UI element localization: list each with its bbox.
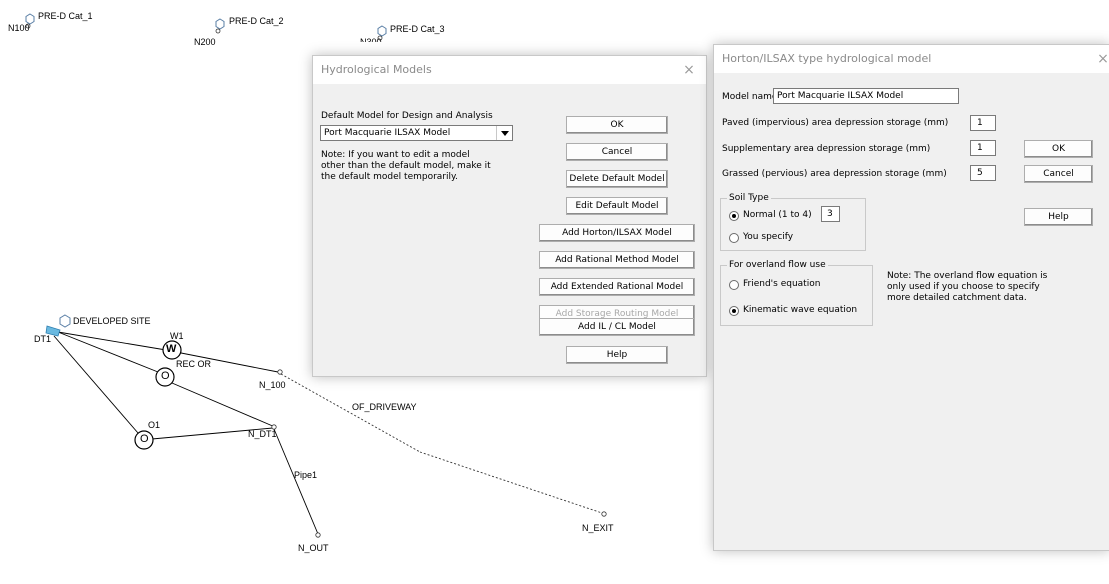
default-model-select[interactable]: Port Macquarie ILSAX Model	[320, 125, 513, 141]
link-dt1-o1[interactable]	[53, 335, 139, 434]
link-dt1-recor[interactable]	[57, 331, 159, 373]
link-of-driveway-2[interactable]	[419, 451, 603, 514]
group-caption: Soil Type	[727, 192, 771, 204]
weir-symbol: W	[166, 343, 177, 355]
hydrological-models-dialog: Hydrological Models × Default Model for …	[312, 55, 707, 377]
soil-normal-label: Normal (1 to 4)	[743, 210, 812, 220]
catchment-icon[interactable]	[215, 18, 225, 30]
group-caption: For overland flow use	[727, 259, 828, 271]
grassed-storage-input[interactable]: 5	[970, 165, 996, 181]
ok-button[interactable]: OK	[1024, 140, 1093, 158]
link-label: Pipe1	[294, 470, 318, 480]
close-icon[interactable]: ×	[674, 56, 704, 84]
catchment-icon[interactable]	[377, 25, 387, 37]
catchment-icon[interactable]	[59, 314, 71, 328]
node-label: O1	[148, 420, 161, 430]
soil-specify-radio[interactable]	[729, 233, 739, 243]
note-line: Note: If you want to edit a model	[321, 150, 470, 160]
soil-specify-label: You specify	[743, 232, 794, 242]
help-button[interactable]: Help	[1024, 208, 1093, 226]
node-icon[interactable]	[601, 511, 607, 517]
model-name-label: Model name	[722, 92, 778, 102]
node-label: N_OUT	[298, 543, 329, 553]
catchment-label: DEVELOPED SITE	[73, 316, 151, 326]
cancel-button[interactable]: Cancel	[566, 143, 668, 161]
delete-default-model-button[interactable]: Delete Default Model	[566, 170, 668, 188]
help-button[interactable]: Help	[566, 346, 668, 364]
paved-storage-label: Paved (impervious) area depression stora…	[722, 118, 949, 128]
add-extended-rational-model-button[interactable]: Add Extended Rational Model	[539, 278, 695, 296]
cancel-button[interactable]: Cancel	[1024, 165, 1093, 183]
kinematic-wave-label: Kinematic wave equation	[743, 305, 858, 315]
ok-button[interactable]: OK	[566, 116, 668, 134]
note-line: other than the default model, make it	[321, 161, 491, 171]
note-line: Note: The overland flow equation is	[887, 271, 1048, 281]
link-dt1-w1[interactable]	[57, 331, 167, 351]
soil-normal-input[interactable]: 3	[821, 206, 840, 222]
add-rational-method-model-button[interactable]: Add Rational Method Model	[539, 251, 695, 269]
orifice-symbol: O	[140, 433, 149, 445]
orifice-symbol: O	[161, 370, 170, 382]
model-name-input[interactable]: Port Macquarie ILSAX Model	[773, 88, 959, 104]
catchment-label: PRE-D Cat_2	[229, 16, 284, 26]
soil-type-group: Soil Type Normal (1 to 4) 3 You specify	[720, 192, 866, 251]
kinematic-wave-radio[interactable]	[729, 306, 739, 316]
catchment-label: PRE-D Cat_3	[390, 24, 445, 34]
node-label: N100	[8, 23, 30, 33]
node-label: DT1	[34, 334, 52, 344]
node-icon[interactable]	[215, 28, 221, 34]
supplementary-storage-label: Supplementary area depression storage (m…	[722, 144, 931, 154]
node-label: N200	[194, 37, 216, 47]
grassed-storage-label: Grassed (pervious) area depression stora…	[722, 169, 947, 179]
link-of-driveway[interactable]	[280, 373, 421, 453]
note-line: more detailed catchment data.	[887, 293, 1027, 303]
node-label: N_DT1	[248, 429, 277, 439]
default-model-label: Default Model for Design and Analysis	[321, 111, 493, 121]
overland-flow-group: For overland flow use Friend's equation …	[720, 259, 873, 326]
note-line: the default model temporarily.	[321, 172, 458, 182]
dialog-title: Horton/ILSAX type hydrological model	[714, 45, 1109, 73]
friends-equation-radio[interactable]	[729, 280, 739, 290]
horton-ilsax-dialog: Horton/ILSAX type hydrological model × M…	[713, 44, 1109, 551]
node-label: REC OR	[176, 359, 212, 369]
supplementary-storage-input[interactable]: 1	[970, 140, 996, 156]
close-icon[interactable]: ×	[1088, 45, 1109, 73]
default-model-value: Port Macquarie ILSAX Model	[324, 128, 451, 138]
node-label: W1	[170, 331, 184, 341]
node-icon[interactable]	[315, 532, 321, 538]
note-line: only used if you choose to specify	[887, 282, 1040, 292]
link-pipe1[interactable]	[273, 428, 319, 535]
soil-normal-radio[interactable]	[729, 211, 739, 221]
catchment-label: PRE-D Cat_1	[38, 11, 93, 21]
link-label: OF_DRIVEWAY	[352, 402, 417, 412]
paved-storage-input[interactable]: 1	[970, 115, 996, 131]
add-il-cl-model-button[interactable]: Add IL / CL Model	[539, 318, 695, 336]
add-horton-ilsax-model-button[interactable]: Add Horton/ILSAX Model	[539, 224, 695, 242]
chevron-down-icon[interactable]	[496, 126, 512, 140]
node-label: N_100	[259, 380, 286, 390]
node-label: N300	[360, 37, 382, 42]
edit-default-model-button[interactable]: Edit Default Model	[566, 197, 668, 215]
friends-equation-label: Friend's equation	[743, 279, 821, 289]
node-icon[interactable]	[277, 369, 283, 375]
dialog-title: Hydrological Models	[313, 56, 706, 84]
node-label: N_EXIT	[582, 523, 614, 533]
